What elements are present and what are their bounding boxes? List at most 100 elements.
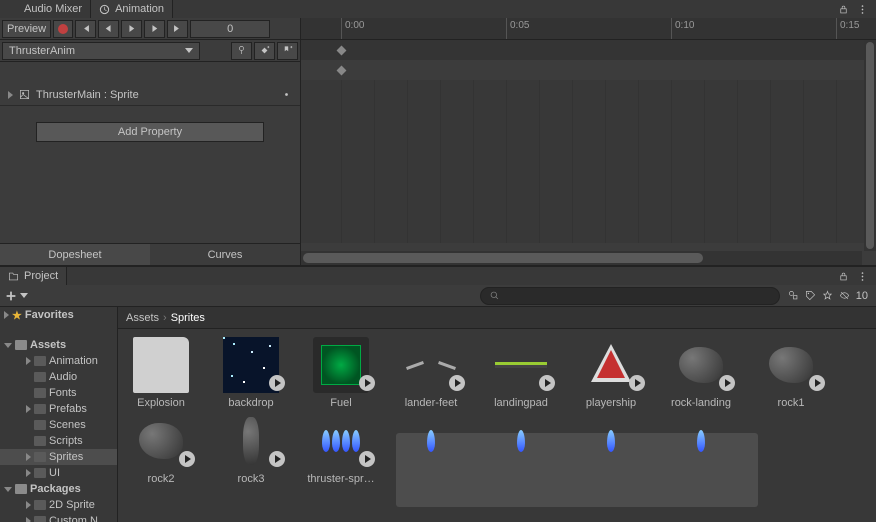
tree-item[interactable]: 2D Sprite — [0, 497, 117, 513]
hidden-icon[interactable] — [839, 290, 850, 301]
keyframe[interactable] — [337, 66, 347, 76]
tree-item[interactable]: Fonts — [0, 385, 117, 401]
scrollbar-horizontal[interactable] — [301, 251, 862, 265]
preview-button[interactable]: Preview — [2, 20, 51, 38]
asset-item[interactable]: Fuel — [306, 337, 376, 409]
asset-item[interactable]: rock1 — [756, 337, 826, 409]
play-badge-icon — [359, 451, 375, 467]
play-badge-icon — [179, 451, 195, 467]
asset-item[interactable]: rock3 — [216, 413, 286, 487]
first-key-button[interactable] — [75, 20, 96, 38]
frame-field[interactable]: 0 — [190, 20, 270, 38]
asset-label: lander-feet — [396, 397, 466, 409]
tree-item-sprites[interactable]: Sprites — [0, 449, 117, 465]
add-property-button[interactable]: Add Property — [36, 122, 264, 142]
sprite-icon — [19, 89, 30, 100]
clock-icon — [99, 4, 110, 15]
asset-label: rock-landing — [666, 397, 736, 409]
asset-item[interactable]: rock2 — [126, 413, 196, 487]
tree-packages[interactable]: Packages — [0, 481, 117, 497]
play-badge-icon — [629, 375, 645, 391]
tree-item[interactable]: Prefabs — [0, 401, 117, 417]
search-input[interactable] — [480, 287, 780, 305]
menu-icon[interactable] — [857, 271, 868, 282]
tree-item[interactable]: Scenes — [0, 417, 117, 433]
expand-icon[interactable] — [8, 91, 13, 99]
timeline-ruler[interactable]: 0:00 0:05 0:10 0:15 — [301, 18, 876, 40]
tree-item[interactable]: Animation — [0, 353, 117, 369]
time-mark: 0:00 — [341, 18, 367, 39]
tree-item[interactable]: Custom N — [0, 513, 117, 522]
tab-animation[interactable]: Animation — [91, 0, 173, 18]
next-key-button[interactable] — [144, 20, 165, 38]
plus-icon — [4, 289, 18, 303]
favorite-icon[interactable] — [822, 290, 833, 301]
tree-item[interactable]: Scripts — [0, 433, 117, 449]
lock-icon[interactable] — [838, 271, 849, 282]
play-badge-icon — [809, 375, 825, 391]
chevron-down-icon — [20, 293, 28, 298]
breadcrumb: Assets › Sprites — [118, 307, 876, 329]
asset-item[interactable]: rock-landing — [666, 337, 736, 409]
asset-label: Explosion — [126, 397, 196, 409]
asset-item[interactable]: playership — [576, 337, 646, 409]
play-button[interactable] — [121, 20, 142, 38]
tab-label: Audio Mixer — [24, 3, 82, 15]
asset-item[interactable]: Explosion — [126, 337, 196, 409]
asset-label: playership — [576, 397, 646, 409]
dopesheet-tab[interactable]: Dopesheet — [0, 243, 150, 265]
asset-label: backdrop — [216, 397, 286, 409]
clip-name: ThrusterAnim — [9, 45, 75, 57]
filter-by-selection-button[interactable] — [231, 42, 252, 60]
breadcrumb-item[interactable]: Sprites — [171, 312, 205, 324]
property-row[interactable]: ThrusterMain : Sprite — [0, 84, 300, 106]
asset-grid[interactable]: Explosion backdrop Fuel lander-feet landingp… — [118, 329, 876, 522]
asset-item[interactable]: backdrop — [216, 337, 286, 409]
asset-item[interactable]: thruster-spr… — [306, 413, 376, 487]
timeline-area[interactable] — [301, 40, 876, 243]
last-key-button[interactable] — [167, 20, 188, 38]
menu-icon[interactable] — [857, 4, 868, 15]
hidden-count: 10 — [856, 290, 868, 302]
search-icon — [489, 290, 500, 301]
tree-favorites[interactable]: ★Favorites — [0, 307, 117, 323]
play-badge-icon — [269, 451, 285, 467]
add-event-button[interactable] — [277, 42, 298, 60]
play-badge-icon — [359, 375, 375, 391]
add-keyframe-button[interactable] — [254, 42, 275, 60]
property-label: ThrusterMain : Sprite — [36, 89, 139, 101]
play-badge-icon — [449, 375, 465, 391]
chevron-down-icon — [185, 48, 193, 53]
play-badge-icon — [269, 375, 285, 391]
tab-audio-mixer[interactable]: Audio Mixer — [0, 0, 91, 18]
filter-label-icon[interactable] — [805, 290, 816, 301]
tree-assets[interactable]: Assets — [0, 337, 117, 353]
record-icon — [58, 24, 68, 34]
breadcrumb-item[interactable]: Assets — [126, 312, 159, 324]
tree-item[interactable]: Audio — [0, 369, 117, 385]
scrollbar-vertical[interactable] — [864, 40, 876, 251]
time-mark: 0:15 — [836, 18, 862, 39]
time-mark: 0:05 — [506, 18, 532, 39]
clip-dropdown[interactable]: ThrusterAnim — [2, 42, 200, 60]
curves-tab[interactable]: Curves — [150, 243, 300, 265]
asset-item[interactable]: lander-feet — [396, 337, 466, 409]
prev-key-button[interactable] — [98, 20, 119, 38]
lock-icon[interactable] — [838, 4, 849, 15]
tab-project[interactable]: Project — [0, 267, 67, 285]
asset-label: rock2 — [126, 473, 196, 485]
sliders-icon — [8, 4, 19, 15]
asset-label: landingpad — [486, 397, 556, 409]
tree-item[interactable]: UI — [0, 465, 117, 481]
property-menu-icon[interactable] — [281, 89, 292, 100]
chevron-right-icon: › — [163, 312, 167, 324]
asset-label: thruster-spr… — [306, 473, 376, 485]
time-mark: 0:10 — [671, 18, 697, 39]
asset-item[interactable]: landingpad — [486, 337, 556, 409]
asset-label: rock3 — [216, 473, 286, 485]
keyframe[interactable] — [337, 46, 347, 56]
record-button[interactable] — [53, 20, 73, 38]
project-tree[interactable]: ★Favorites Assets Animation Audio Fonts … — [0, 307, 118, 522]
filter-type-icon[interactable] — [788, 290, 799, 301]
create-menu[interactable] — [4, 289, 28, 303]
